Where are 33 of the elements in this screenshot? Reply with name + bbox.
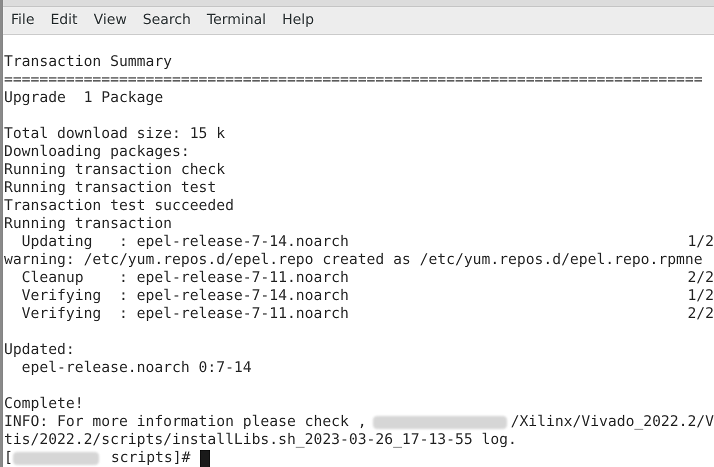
progress-count: 2/2	[687, 269, 714, 287]
terminal-line: Downloading packages:	[4, 143, 190, 161]
terminal-line: Running transaction test	[4, 179, 216, 197]
terminal-line: Verifying : epel-release-7-11.noarch	[20, 305, 349, 323]
terminal-line: tis/2022.2/scripts/installLibs.sh_2023-03-26_17-13-55 log.	[4, 431, 517, 449]
terminal-line: Updated:	[4, 341, 75, 359]
terminal-line: Cleanup : epel-release-7-11.noarch	[20, 269, 349, 287]
menu-item[interactable]: Terminal	[206, 10, 266, 31]
menu-item[interactable]: View	[94, 10, 127, 31]
terminal-line: Running transaction check	[4, 161, 226, 179]
prompt-text: scripts]#	[110, 449, 190, 467]
terminal-line: epel-release.noarch 0:7-14	[20, 359, 252, 377]
terminal-line: Running transaction	[4, 215, 172, 233]
terminal-line: /Xilinx/Vivado_2022.2/V	[510, 413, 714, 431]
terminal-line: Transaction test succeeded	[4, 197, 234, 215]
menu-item[interactable]: Edit	[50, 10, 78, 31]
progress-count: 1/2	[687, 287, 714, 305]
progress-count: 2/2	[687, 305, 714, 323]
terminal-line: INFO: For more information please check ,	[4, 413, 367, 431]
terminal-line: Updating : epel-release-7-14.noarch	[20, 233, 349, 251]
terminal-line: Total download size: 15 k	[4, 125, 226, 143]
terminal-line: Verifying : epel-release-7-14.noarch	[20, 287, 349, 305]
menu-item[interactable]: Help	[282, 10, 314, 31]
terminal-line: Complete!	[4, 395, 84, 413]
terminal-line: warning: /etc/yum.repos.d/epel.repo created as /etc/yum.repos.d/epel.repo.rpmne	[4, 251, 703, 269]
menu-item[interactable]: File	[11, 10, 34, 31]
text-cursor	[200, 450, 210, 466]
terminal-line: Transaction Summary	[4, 53, 172, 71]
progress-count: 1/2	[687, 233, 714, 251]
terminal-line: ===============================================================================	[4, 71, 703, 89]
prompt-text: [	[4, 449, 13, 467]
terminal-line: Upgrade 1 Package	[4, 89, 164, 107]
menu-item[interactable]: Search	[142, 10, 191, 31]
